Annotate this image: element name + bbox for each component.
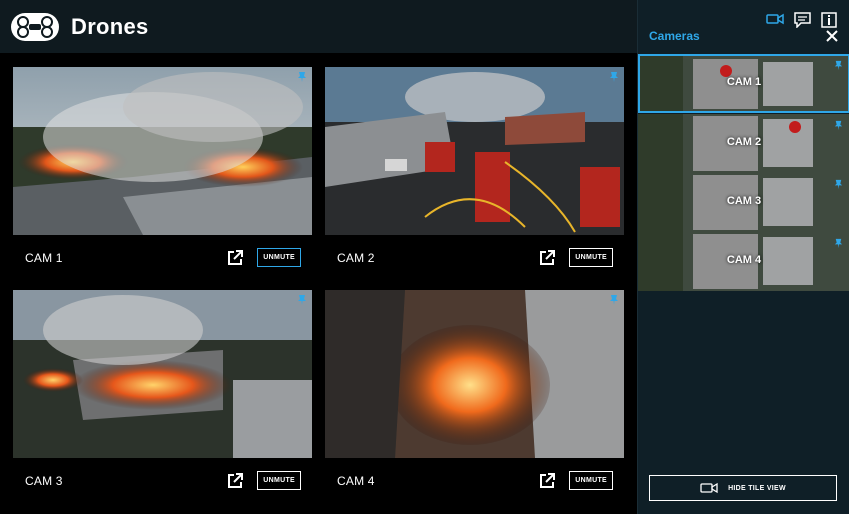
external-link-icon[interactable] bbox=[226, 472, 244, 490]
camera-thumb-4[interactable]: CAM 4 bbox=[638, 232, 849, 291]
pin-icon[interactable] bbox=[296, 71, 308, 83]
hide-tile-view-button[interactable]: HIDE TILE VIEW bbox=[649, 475, 837, 501]
panel-title: Cameras bbox=[649, 29, 700, 43]
pin-icon[interactable] bbox=[608, 294, 620, 306]
tile-footer: CAM 2 UNMUTE bbox=[325, 235, 624, 280]
thumb-label: CAM 4 bbox=[726, 254, 762, 266]
camera-label: CAM 3 bbox=[25, 473, 63, 488]
unmute-button[interactable]: UNMUTE bbox=[569, 471, 613, 490]
panel-toolbar bbox=[766, 12, 837, 28]
camera-label: CAM 2 bbox=[337, 250, 375, 265]
camera-thumb-2[interactable]: CAM 2 bbox=[638, 114, 849, 173]
tile-footer: CAM 1 UNMUTE bbox=[13, 235, 312, 280]
video-feed-2[interactable] bbox=[325, 67, 624, 235]
video-feed-1[interactable] bbox=[13, 67, 312, 235]
drone-logo-icon bbox=[11, 12, 59, 41]
camera-thumb-1[interactable]: CAM 1 bbox=[638, 54, 849, 113]
camera-tile-4: CAM 4 UNMUTE bbox=[325, 290, 624, 503]
camera-label: CAM 4 bbox=[337, 473, 375, 488]
unmute-button[interactable]: UNMUTE bbox=[257, 248, 301, 267]
unmute-button[interactable]: UNMUTE bbox=[569, 248, 613, 267]
tile-footer: CAM 3 UNMUTE bbox=[13, 458, 312, 503]
tile-grid: CAM 1 UNMUTE CAM 2 UNMUTE CAM 3 UNMUTE C… bbox=[0, 53, 637, 514]
app-header: Drones bbox=[0, 0, 637, 53]
tile-footer: CAM 4 UNMUTE bbox=[325, 458, 624, 503]
chat-icon[interactable] bbox=[794, 12, 811, 28]
video-feed-3[interactable] bbox=[13, 290, 312, 458]
app-title: Drones bbox=[71, 13, 149, 39]
pin-icon[interactable] bbox=[296, 294, 308, 306]
unmute-button[interactable]: UNMUTE bbox=[257, 471, 301, 490]
video-camera-icon bbox=[700, 482, 718, 494]
thumb-label: CAM 1 bbox=[726, 76, 762, 88]
external-link-icon[interactable] bbox=[226, 249, 244, 267]
hide-tile-view-label: HIDE TILE VIEW bbox=[728, 484, 786, 492]
video-feed-4[interactable] bbox=[325, 290, 624, 458]
camera-tile-2: CAM 2 UNMUTE bbox=[325, 67, 624, 280]
info-icon[interactable] bbox=[821, 12, 837, 28]
pin-icon[interactable] bbox=[608, 71, 620, 83]
thumb-label: CAM 3 bbox=[726, 195, 762, 207]
camera-tile-1: CAM 1 UNMUTE bbox=[13, 67, 312, 280]
external-link-icon[interactable] bbox=[538, 472, 556, 490]
pin-icon[interactable] bbox=[833, 120, 844, 131]
cameras-panel: Cameras CAM 1 CAM 2 CAM 3 CAM 4 HIDE TIL… bbox=[637, 0, 849, 514]
camera-thumb-3[interactable]: CAM 3 bbox=[638, 173, 849, 232]
video-camera-icon[interactable] bbox=[766, 12, 784, 26]
pin-icon[interactable] bbox=[833, 179, 844, 190]
camera-tile-3: CAM 3 UNMUTE bbox=[13, 290, 312, 503]
close-icon[interactable] bbox=[826, 30, 838, 42]
pin-icon[interactable] bbox=[833, 238, 844, 249]
external-link-icon[interactable] bbox=[538, 249, 556, 267]
camera-label: CAM 1 bbox=[25, 250, 63, 265]
pin-icon[interactable] bbox=[833, 60, 844, 71]
thumb-label: CAM 2 bbox=[726, 136, 762, 148]
